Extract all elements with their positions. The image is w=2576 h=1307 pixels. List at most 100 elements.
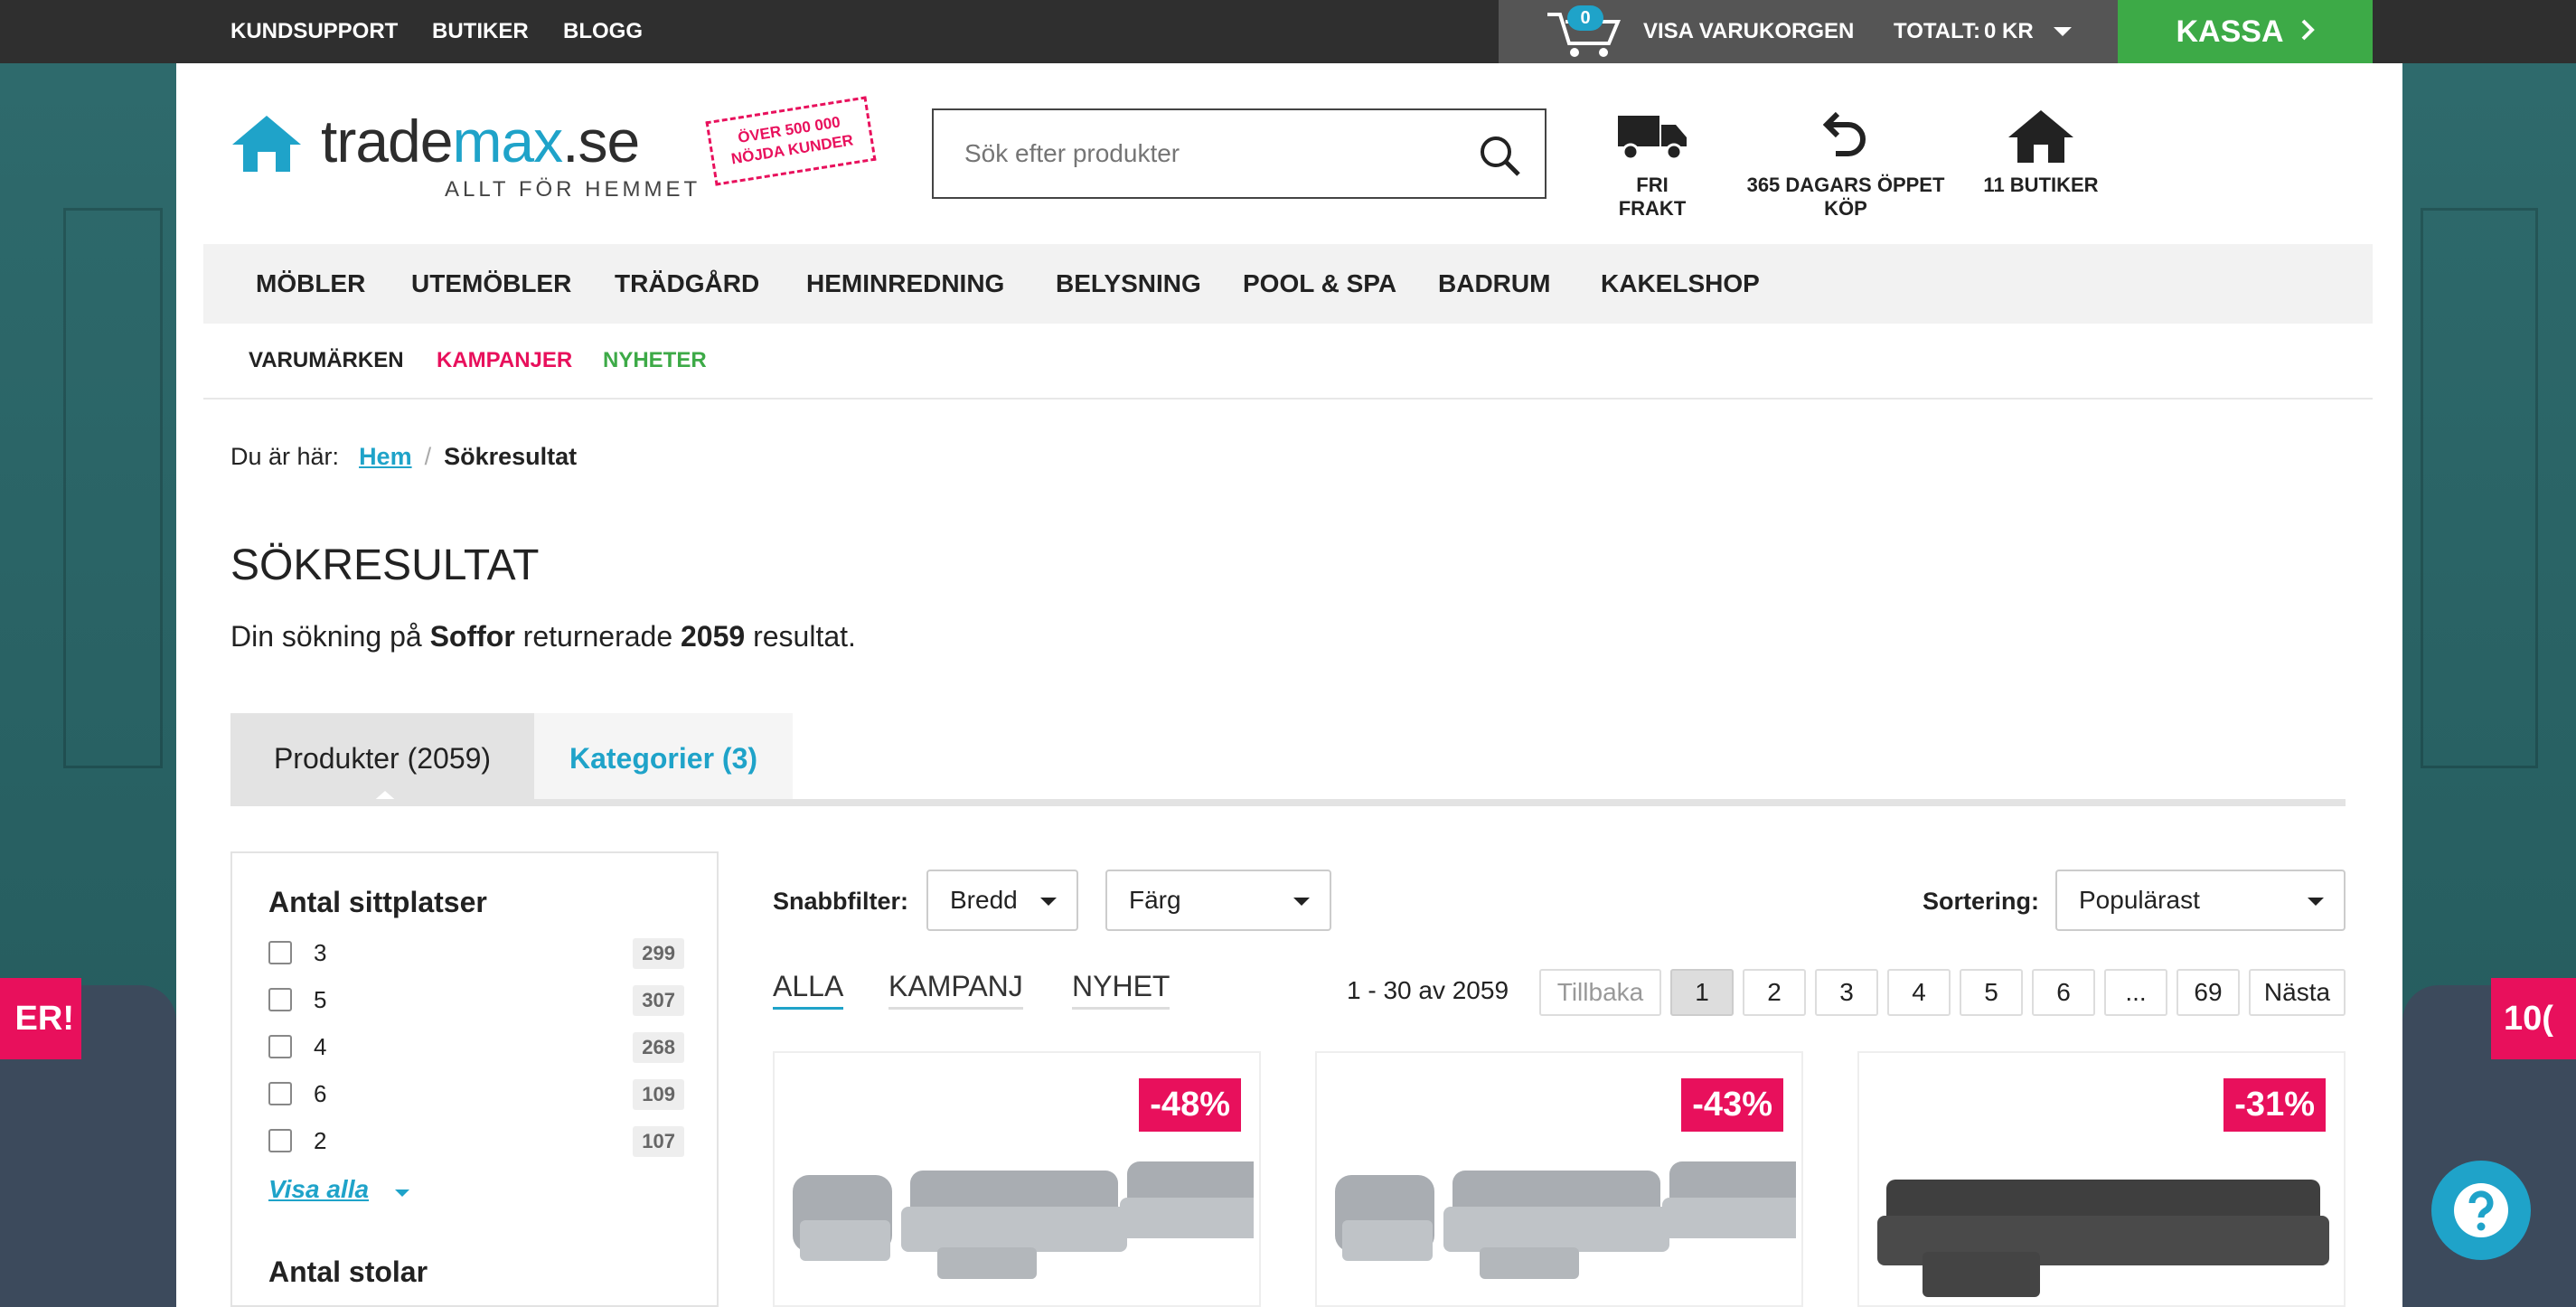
nav-item-utemobler[interactable]: UTEMÖBLER — [411, 244, 571, 324]
filter-option-count: 268 — [633, 1032, 684, 1063]
subnav-nyheter[interactable]: NYHETER — [603, 348, 707, 373]
left-background-banner: ER! — [0, 63, 176, 1307]
product-card[interactable]: -43% — [1315, 1051, 1803, 1307]
discount-badge: -43% — [1681, 1078, 1783, 1132]
cart-label[interactable]: VISA VARUKORGEN — [1643, 0, 1854, 63]
house-logo-icon — [230, 112, 303, 180]
pagination-prev[interactable]: Tillbaka — [1539, 969, 1661, 1016]
help-chat-button[interactable] — [2431, 1161, 2531, 1260]
checkout-button[interactable]: KASSA — [2118, 0, 2373, 63]
breadcrumb-home-link[interactable]: Hem — [359, 443, 412, 471]
search-icon[interactable] — [1478, 134, 1523, 183]
main-navigation: MÖBLER UTEMÖBLER TRÄDGÅRD HEMINREDNING B… — [203, 244, 2373, 324]
site-logo[interactable]: trademax.se ALLT FÖR HEMMET ÖVER 500 000… — [230, 96, 908, 206]
subnav-varumarken[interactable]: VARUMÄRKEN — [249, 348, 404, 373]
side-promo-badge: 10( — [2491, 978, 2576, 1059]
breadcrumb: Du är här: Hem / Sökresultat — [230, 443, 577, 471]
breadcrumb-current: Sökresultat — [444, 443, 578, 470]
pagination-page[interactable]: 1 — [1670, 969, 1734, 1016]
filter-tab-kampanj[interactable]: KAMPANJ — [888, 970, 1023, 1010]
filter-tab-nyhet[interactable]: NYHET — [1072, 970, 1170, 1010]
filter-option-count: 307 — [633, 985, 684, 1016]
filter-group-title: Antal sittplatser — [268, 886, 487, 918]
customer-stamp: ÖVER 500 000 NÖJDA KUNDER — [705, 96, 877, 186]
logo-text-trade: trade — [321, 108, 453, 174]
filter-option-count: 109 — [633, 1079, 684, 1110]
pagination-page[interactable]: 3 — [1815, 969, 1878, 1016]
filter-option-label: 6 — [314, 1079, 327, 1107]
top-link-blogg[interactable]: BLOGG — [563, 0, 643, 63]
top-link-butiker[interactable]: BUTIKER — [432, 0, 529, 63]
nav-item-kakelshop[interactable]: KAKELSHOP — [1601, 244, 1760, 324]
checkbox[interactable] — [268, 1129, 292, 1152]
subnav-kampanjer[interactable]: KAMPANJER — [437, 348, 572, 373]
nav-item-heminredning[interactable]: HEMINREDNING — [806, 244, 1004, 324]
pagination-page[interactable]: 6 — [2032, 969, 2095, 1016]
search-input[interactable] — [964, 110, 1471, 197]
sofa-set-image — [1335, 1161, 1796, 1279]
checkbox[interactable] — [268, 988, 292, 1011]
filter-group-title: Antal stolar — [268, 1255, 428, 1288]
question-mark-icon — [2454, 1183, 2508, 1237]
color-select[interactable]: Färg — [1105, 870, 1331, 931]
filter-option[interactable]: 6 109 — [268, 1076, 684, 1112]
filter-option-label: 3 — [314, 938, 327, 966]
pagination-page[interactable]: 4 — [1887, 969, 1951, 1016]
select-value: Populärast — [2079, 886, 2200, 914]
filter-sidebar: Antal sittplatser 3 299 5 307 4 268 6 109 2 1… — [230, 851, 719, 1307]
house-icon — [1978, 108, 2104, 163]
logo-text-se: .se — [562, 108, 640, 174]
wall-panel — [63, 208, 163, 768]
select-value: Färg — [1129, 886, 1181, 914]
product-card[interactable]: -48% — [773, 1051, 1261, 1307]
pagination-page[interactable]: 2 — [1743, 969, 1806, 1016]
pagination-page[interactable]: 5 — [1960, 969, 2023, 1016]
filter-option-count: 107 — [633, 1126, 684, 1157]
nav-item-belysning[interactable]: BELYSNING — [1056, 244, 1201, 324]
usp-stores[interactable]: 11 BUTIKER — [1978, 108, 2104, 197]
chevron-down-icon[interactable] — [395, 1189, 409, 1197]
usp-free-shipping[interactable]: FRI FRAKT — [1600, 108, 1705, 221]
breadcrumb-prefix: Du är här: — [230, 443, 340, 470]
filter-option[interactable]: 5 307 — [268, 982, 684, 1018]
chevron-down-icon — [1293, 898, 1310, 906]
breadcrumb-separator: / — [424, 443, 432, 470]
discount-badge: -31% — [2223, 1078, 2326, 1132]
checkbox[interactable] — [268, 1035, 292, 1058]
filter-option[interactable]: 3 299 — [268, 935, 684, 971]
filter-tab-alla[interactable]: ALLA — [773, 970, 844, 1010]
total-value: 0 KR — [1984, 19, 2034, 43]
nav-item-tradgard[interactable]: TRÄDGÅRD — [615, 244, 759, 324]
result-range: 1 - 30 av 2059 — [1347, 976, 1509, 1004]
width-select[interactable]: Bredd — [926, 870, 1078, 931]
result-count: 2059 — [681, 620, 746, 653]
product-card[interactable]: -31% — [1857, 1051, 2346, 1307]
show-all-link[interactable]: Visa alla — [268, 1175, 369, 1204]
checkbox[interactable] — [268, 941, 292, 964]
filter-option-count: 299 — [633, 938, 684, 969]
total-label: TOTALT: — [1894, 19, 1980, 43]
search-query: Soffor — [429, 620, 515, 653]
cart-summary[interactable]: 0 VISA VARUKORGEN TOTALT: 0 KR — [1499, 0, 2118, 63]
side-promo-badge: ER! — [0, 978, 81, 1059]
filter-option-label: 5 — [314, 985, 327, 1013]
pagination-page[interactable]: 69 — [2176, 969, 2240, 1016]
checkbox[interactable] — [268, 1082, 292, 1105]
usp-open-purchase[interactable]: 365 DAGARS ÖPPET KÖP — [1723, 108, 1969, 221]
pagination-next[interactable]: Nästa — [2249, 969, 2346, 1016]
filter-option[interactable]: 4 268 — [268, 1029, 684, 1065]
wall-panel — [2421, 208, 2538, 768]
filter-option-label: 4 — [314, 1032, 327, 1060]
nav-item-badrum[interactable]: BADRUM — [1438, 244, 1550, 324]
chevron-down-icon[interactable] — [2054, 27, 2072, 36]
sort-select[interactable]: Populärast — [2055, 870, 2346, 931]
nav-item-mobler[interactable]: MÖBLER — [256, 244, 365, 324]
tab-categories[interactable]: Kategorier (3) — [534, 713, 793, 804]
nav-item-pool-spa[interactable]: POOL & SPA — [1243, 244, 1396, 324]
select-value: Bredd — [950, 886, 1018, 914]
sort-label: Sortering: — [1923, 888, 2040, 915]
logo-wordmark: trademax.se — [321, 107, 640, 175]
truck-icon — [1600, 108, 1705, 163]
top-link-kundsupport[interactable]: KUNDSUPPORT — [230, 0, 398, 63]
filter-option[interactable]: 2 107 — [268, 1123, 684, 1159]
